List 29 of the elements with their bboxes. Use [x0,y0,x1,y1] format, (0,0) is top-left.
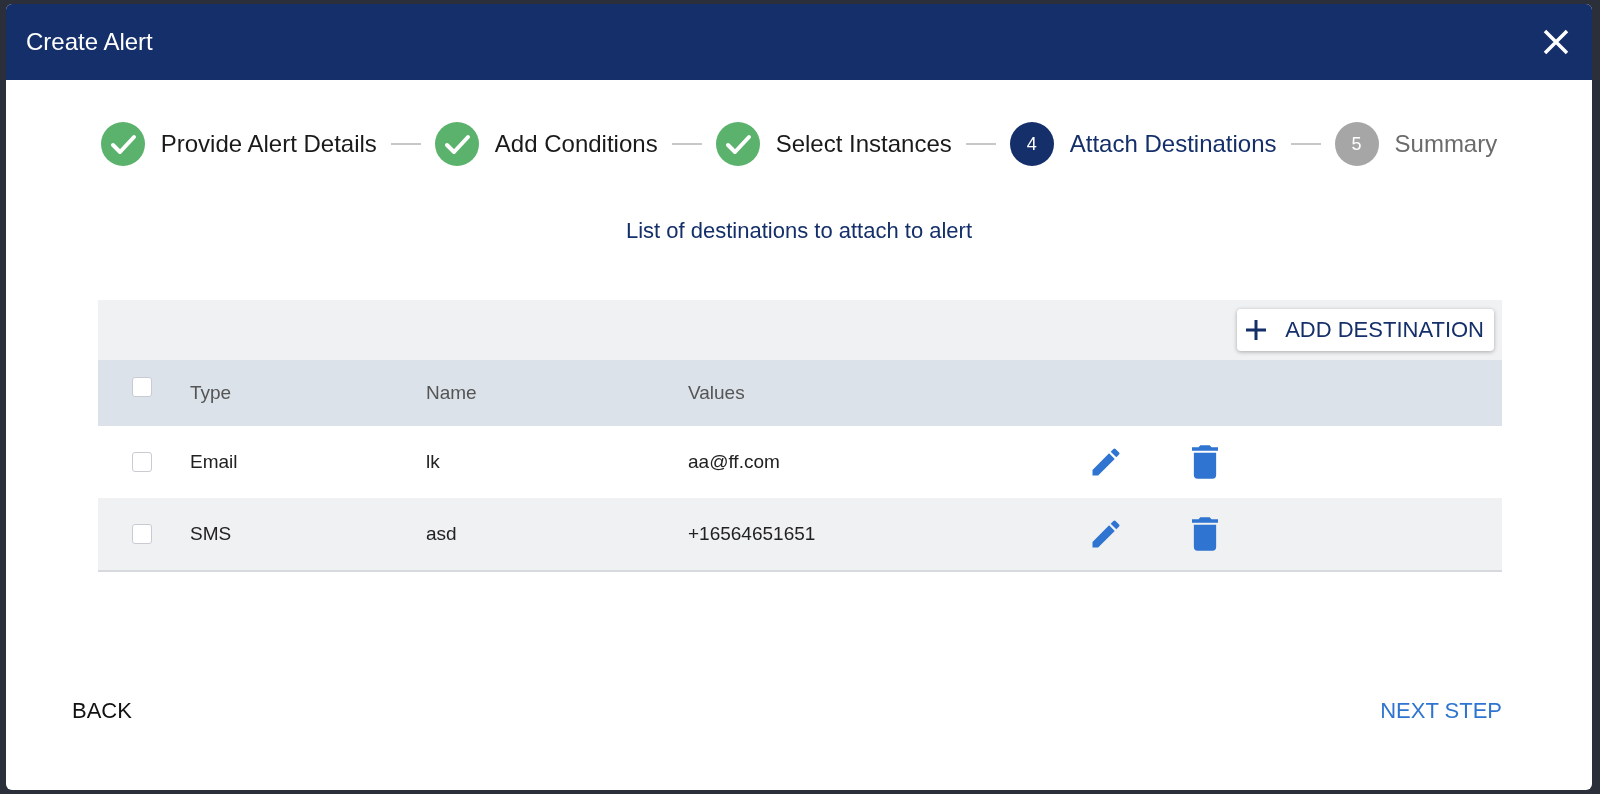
next-step-button[interactable]: NEXT STEP [1376,694,1506,728]
close-icon[interactable] [1542,28,1570,56]
table-cell-text: asd [426,523,458,545]
step-number: 5 [1334,122,1379,166]
check-circle-icon [100,122,145,166]
row-checkbox[interactable] [132,452,152,472]
step-label[interactable]: Attach Destinations [1069,130,1277,158]
check-circle-icon [715,122,760,166]
step-label[interactable]: Add Conditions [494,130,658,158]
step-label[interactable]: Summary [1394,130,1498,158]
row-checkbox[interactable] [132,524,152,544]
dialog-title: Create Alert [26,28,153,56]
back-button[interactable]: BACK [68,694,136,728]
plus-icon [1245,319,1268,341]
table-cell-text: aa@ff.com [688,451,781,473]
section-subtitle: List of destinations to attach to alert [624,218,974,244]
table-cell-text: SMS [190,523,233,545]
step-label[interactable]: Select Instances [775,130,952,158]
column-header: Values [688,382,746,404]
table-cell-text: +16564651651 [688,523,817,545]
table-cell-text: lk [426,451,441,473]
table-cell-text: Email [190,451,239,473]
add-destination-button[interactable]: ADD DESTINATION [1237,309,1494,351]
check-circle-icon [434,122,479,166]
column-header: Name [426,382,478,404]
step-label[interactable]: Provide Alert Details [160,130,377,158]
column-header: Type [190,382,233,404]
step-number: 4 [1009,122,1054,166]
select-all-checkbox[interactable] [132,377,152,397]
